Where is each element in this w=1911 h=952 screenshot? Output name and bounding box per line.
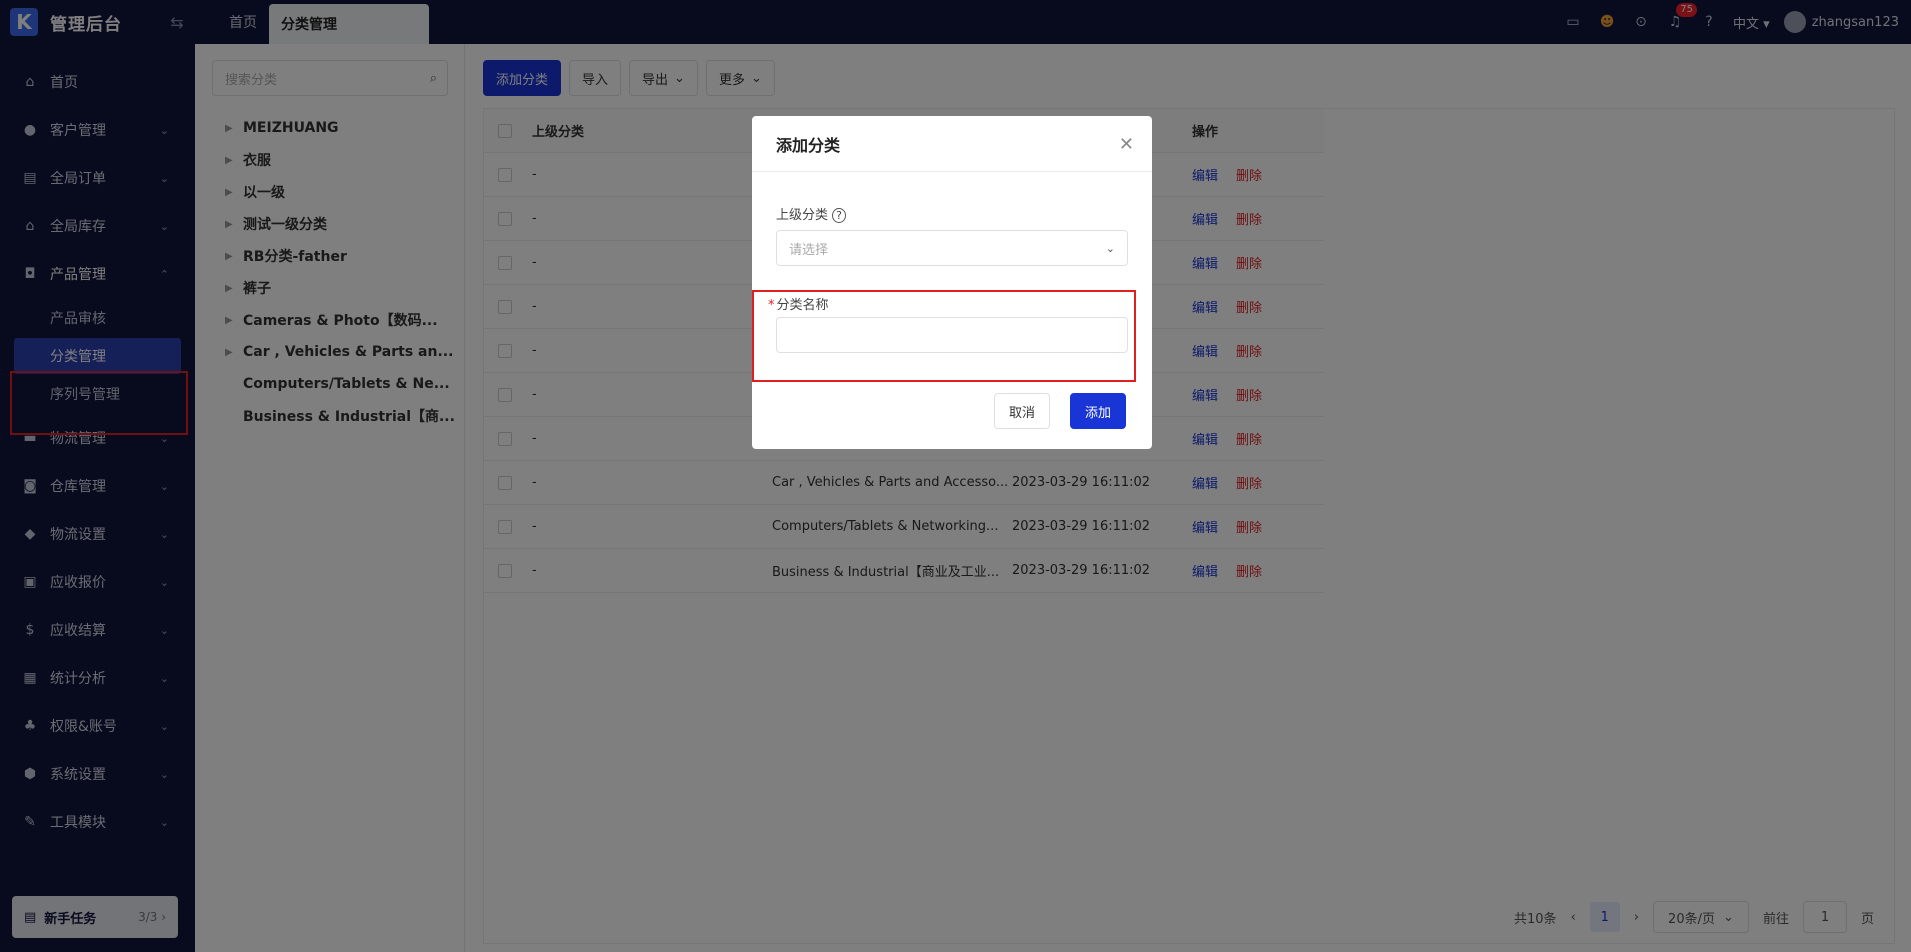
confirm-add-button[interactable]: 添加 (1070, 393, 1127, 429)
highlight-box (752, 290, 1136, 382)
add-category-modal: 添加分类 ✕ 上级分类 ? 请选择 ⌄ * 分类名称 取消 添加 (752, 116, 1152, 449)
close-icon[interactable]: ✕ (1119, 134, 1134, 155)
parent-category-label: 上级分类 ? (776, 204, 846, 223)
modal-title: 添加分类 (752, 116, 1152, 172)
chevron-down-icon: ⌄ (1105, 241, 1115, 255)
parent-category-select[interactable]: 请选择 ⌄ (776, 230, 1128, 266)
help-circle-icon: ? (832, 208, 846, 223)
cancel-button[interactable]: 取消 (994, 393, 1051, 429)
